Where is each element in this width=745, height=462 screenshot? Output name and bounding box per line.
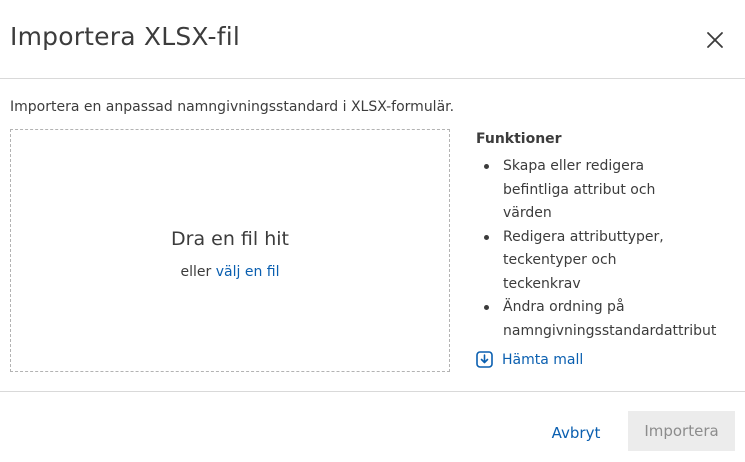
feature-line: Skapa eller redigera	[503, 158, 645, 174]
cancel-button[interactable]: Avbryt	[536, 419, 616, 447]
dropzone-prefix: eller	[180, 264, 212, 280]
download-icon	[476, 351, 493, 368]
close-button[interactable]	[702, 27, 728, 53]
features-panel: Funktioner Skapa eller redigera befintli…	[476, 131, 738, 343]
feature-line: värden	[503, 205, 552, 221]
features-heading: Funktioner	[476, 131, 562, 147]
feature-line: befintliga attribut och	[503, 181, 656, 198]
dialog-footer: Avbryt Importera	[0, 391, 745, 462]
feature-item: Skapa eller redigera befintliga attribut…	[476, 155, 738, 226]
choose-file-link[interactable]: välj en fil	[216, 264, 280, 280]
download-template-link[interactable]: Hämta mall	[476, 351, 583, 368]
features-list: Skapa eller redigera befintliga attribut…	[476, 155, 738, 343]
feature-item: Redigera attributtyper, teckentyper och …	[476, 226, 738, 297]
feature-line: Ändra ordning på	[503, 299, 625, 315]
import-dialog: Importera XLSX-fil Importera en anpassad…	[0, 0, 745, 462]
dialog-title: Importera XLSX-fil	[10, 22, 241, 51]
file-dropzone[interactable]: Dra en fil hit eller välj en fil	[10, 129, 450, 372]
dialog-description: Importera en anpassad namngivningsstanda…	[10, 99, 455, 115]
feature-line: teckentyper och	[503, 252, 617, 268]
dropzone-subtext: eller välj en fil	[11, 264, 449, 280]
dropzone-title: Dra en fil hit	[171, 228, 289, 250]
feature-item: Ändra ordning på namngivningsstandardatt…	[476, 296, 738, 343]
download-template-label: Hämta mall	[502, 351, 584, 368]
import-button[interactable]: Importera	[628, 411, 735, 451]
feature-line: namngivningsstandardattribut	[503, 322, 717, 339]
close-icon	[707, 32, 723, 48]
feature-line: teckenkrav	[503, 275, 581, 292]
dialog-header: Importera XLSX-fil	[0, 0, 745, 79]
feature-line: Redigera attributtyper,	[503, 228, 664, 245]
